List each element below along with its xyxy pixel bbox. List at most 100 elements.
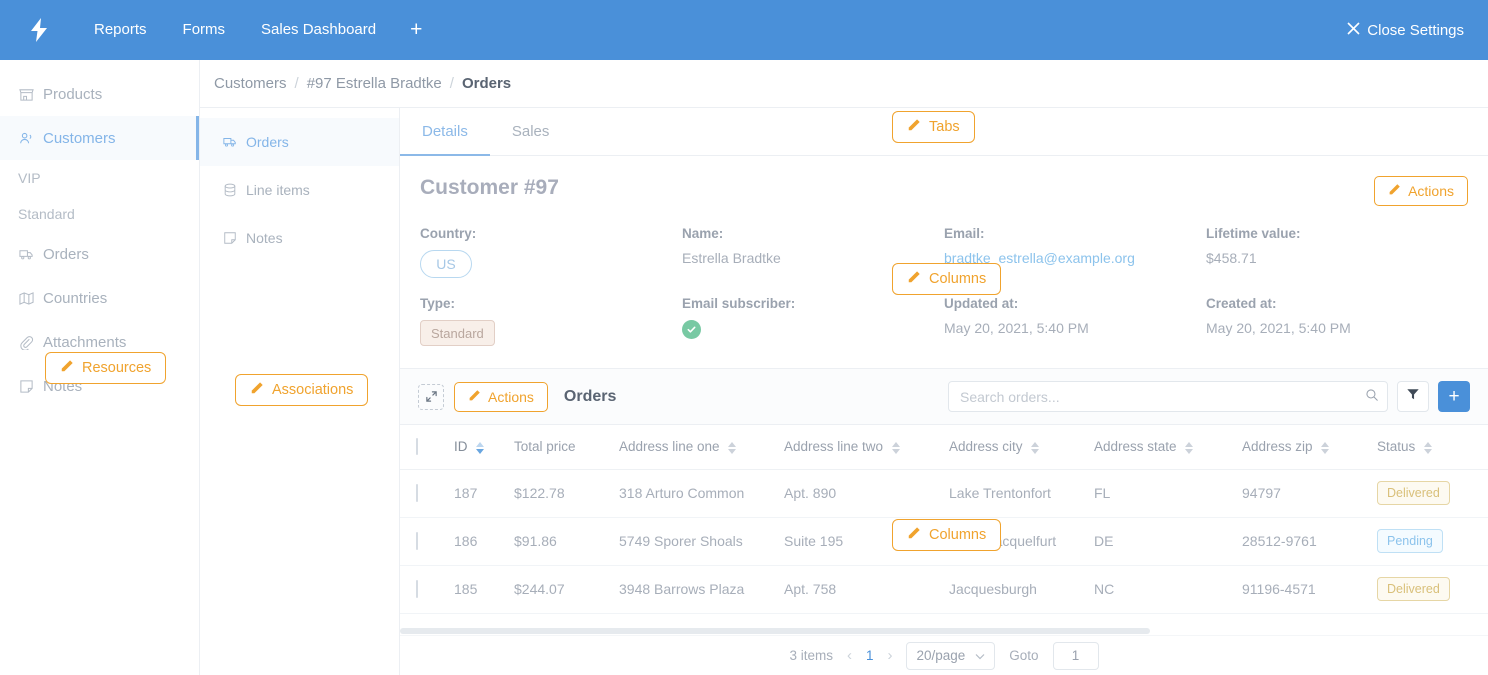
column-header-status[interactable]: Status (1367, 425, 1488, 469)
add-order-button[interactable]: + (1438, 381, 1470, 412)
edit-badge-columns-detail[interactable]: Columns (892, 263, 1001, 295)
sidebar-item-products[interactable]: Products (0, 72, 199, 116)
sort-indicator[interactable] (1321, 442, 1329, 454)
sort-indicator[interactable] (728, 442, 736, 454)
cell-address-state: FL (1084, 469, 1232, 517)
column-header-address-city[interactable]: Address city (939, 425, 1084, 469)
filter-funnel-icon (1406, 387, 1420, 406)
sort-indicator[interactable] (1424, 442, 1432, 454)
top-nav-item-sales-dashboard[interactable]: Sales Dashboard (243, 0, 394, 60)
cell-address-line-one: 5749 Sporer Shoals (609, 517, 774, 565)
pencil-icon (907, 118, 921, 136)
close-x-icon (1347, 22, 1360, 39)
edit-badge-label: Columns (929, 527, 986, 543)
field-value: May 20, 2021, 5:40 PM (1206, 320, 1468, 336)
secondary-sidebar: Orders Line items Notes (200, 108, 400, 675)
pencil-icon (907, 526, 921, 544)
edit-badge-resources[interactable]: Resources (45, 352, 166, 384)
expand-arrows-icon[interactable] (418, 384, 444, 410)
row-select-cell (400, 469, 444, 517)
filter-button[interactable] (1397, 381, 1429, 412)
scrollbar-thumb[interactable] (400, 628, 1150, 634)
search-input[interactable] (948, 381, 1388, 412)
status-badge: Pending (1377, 529, 1443, 553)
row-select-cell (400, 517, 444, 565)
cell-address-line-two: Apt. 758 (774, 565, 939, 613)
goto-label: Goto (1009, 648, 1038, 663)
lightning-bolt-icon[interactable] (24, 18, 54, 42)
field-label: Name: (682, 226, 944, 241)
pencil-icon (1388, 183, 1401, 199)
page-number-1[interactable]: 1 (866, 648, 874, 663)
goto-page-input[interactable] (1053, 642, 1099, 670)
edit-badge-associations[interactable]: Associations (235, 374, 368, 406)
column-label: Address state (1094, 439, 1177, 454)
search-wrapper (948, 381, 1388, 412)
cell-address-line-one: 3948 Barrows Plaza (609, 565, 774, 613)
top-navigation-bar: Reports Forms Sales Dashboard + Close Se… (0, 0, 1488, 60)
page-size-select[interactable]: 20/page (906, 642, 995, 670)
sort-indicator[interactable] (476, 442, 484, 454)
edit-badge-columns-table[interactable]: Columns (892, 519, 1001, 551)
close-settings-button[interactable]: Close Settings (1347, 22, 1464, 39)
row-select-cell (400, 565, 444, 613)
subsidebar-item-orders[interactable]: Orders (200, 118, 399, 166)
sidebar-item-orders[interactable]: Orders (0, 232, 199, 276)
column-header-total-price[interactable]: Total price (504, 425, 609, 469)
row-checkbox[interactable] (416, 532, 418, 550)
sort-indicator[interactable] (892, 442, 900, 454)
table-header: ID Total price Address line one (400, 425, 1488, 469)
cell-address-zip: 91196-4571 (1232, 565, 1367, 613)
sidebar-item-label: Products (43, 86, 102, 103)
cell-id: 186 (444, 517, 504, 565)
field-created-at: Created at: May 20, 2021, 5:40 PM (1206, 296, 1468, 346)
pagination: 3 items ‹ 1 › 20/page Goto (400, 635, 1488, 675)
table-row[interactable]: 185 $244.07 3948 Barrows Plaza Apt. 758 … (400, 565, 1488, 613)
sort-indicator[interactable] (1185, 442, 1193, 454)
tab-sales[interactable]: Sales (490, 108, 572, 155)
select-all-checkbox[interactable] (416, 438, 418, 455)
cell-total-price: $122.78 (504, 469, 609, 517)
row-checkbox[interactable] (416, 580, 418, 598)
pencil-icon (60, 359, 74, 377)
tab-details[interactable]: Details (400, 108, 490, 155)
sort-indicator[interactable] (1031, 442, 1039, 454)
chevron-right-icon[interactable]: › (887, 647, 892, 664)
sidebar-subitem-standard[interactable]: Standard (0, 196, 199, 232)
map-icon (18, 290, 34, 306)
cell-address-state: DE (1084, 517, 1232, 565)
cell-total-price: $244.07 (504, 565, 609, 613)
primary-sidebar: Products Customers VIP Standard Orders (0, 60, 200, 675)
top-nav-item-forms[interactable]: Forms (165, 0, 244, 60)
column-header-id[interactable]: ID (444, 425, 504, 469)
edit-badge-tabs[interactable]: Tabs (892, 111, 975, 143)
field-label: Email: (944, 226, 1206, 241)
column-header-address-line-two[interactable]: Address line two (774, 425, 939, 469)
column-header-address-line-one[interactable]: Address line one (609, 425, 774, 469)
sidebar-item-customers[interactable]: Customers (0, 116, 199, 160)
table-row[interactable]: 187 $122.78 318 Arturo Common Apt. 890 L… (400, 469, 1488, 517)
subsidebar-item-notes[interactable]: Notes (200, 214, 399, 262)
field-label: Updated at: (944, 296, 1206, 311)
edit-badge-label: Resources (82, 360, 151, 376)
top-nav-item-reports[interactable]: Reports (76, 0, 165, 60)
sidebar-item-countries[interactable]: Countries (0, 276, 199, 320)
row-checkbox[interactable] (416, 484, 418, 502)
table-actions-button[interactable]: Actions (454, 382, 548, 412)
column-label: Address line two (784, 439, 883, 454)
chevron-left-icon[interactable]: ‹ (847, 647, 852, 664)
detail-actions-button[interactable]: Actions (1374, 176, 1468, 206)
column-header-address-state[interactable]: Address state (1084, 425, 1232, 469)
cell-address-line-one: 318 Arturo Common (609, 469, 774, 517)
breadcrumb-root[interactable]: Customers (214, 75, 287, 92)
add-tab-button[interactable]: + (394, 0, 438, 60)
sidebar-subitem-vip[interactable]: VIP (0, 160, 199, 196)
truck-icon (222, 135, 237, 150)
breadcrumb-current: Orders (462, 75, 511, 92)
column-header-address-zip[interactable]: Address zip (1232, 425, 1367, 469)
subsidebar-item-label: Line items (246, 182, 310, 198)
subsidebar-item-line-items[interactable]: Line items (200, 166, 399, 214)
breadcrumb: Customers / #97 Estrella Bradtke / Order… (200, 60, 1488, 108)
breadcrumb-parent[interactable]: #97 Estrella Bradtke (307, 75, 442, 92)
horizontal-scrollbar[interactable] (400, 627, 1488, 635)
